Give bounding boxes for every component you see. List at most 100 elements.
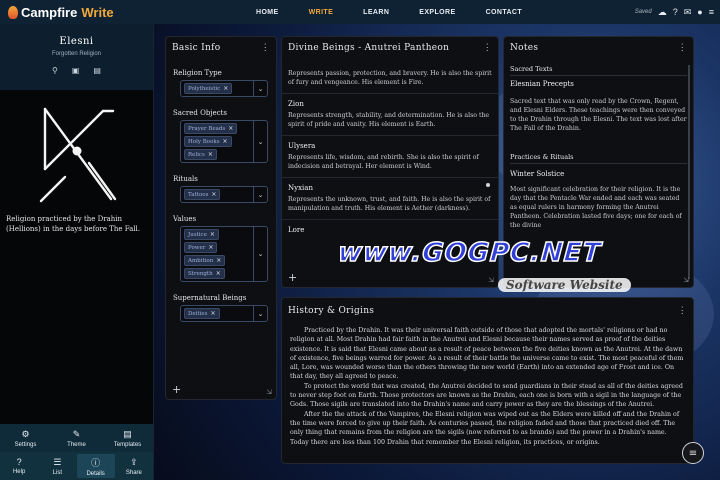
remove-chip-icon[interactable]: × — [216, 257, 221, 264]
tab-help[interactable]: ? Help — [0, 457, 38, 475]
top-bar: Campfire Write HOME WRITE LEARN EXPLORE C… — [0, 0, 720, 24]
chip[interactable]: Justice × — [184, 229, 219, 240]
tab-details[interactable]: ⓘ Details — [76, 454, 115, 478]
more-options-icon[interactable]: ⋮ — [678, 306, 687, 316]
chip-label: Deities — [188, 310, 208, 317]
brush-icon: ✎ — [72, 428, 81, 439]
rituals-select[interactable]: Tattoos × ⌄ — [180, 186, 268, 203]
share-icon: ⇪ — [130, 456, 138, 467]
chevron-down-icon[interactable]: ⌄ — [253, 121, 267, 162]
basic-info-header: Basic Info ⋮ — [166, 37, 276, 59]
notes-section-heading: Practices & Rituals — [510, 153, 687, 164]
sidebar-tools: ⚲ ▣ ▤ — [0, 66, 153, 75]
divine-entry-text: Represents passion, protection, and brav… — [282, 59, 498, 94]
flame-icon — [8, 5, 18, 19]
tab-templates[interactable]: ▤ Templates — [109, 429, 147, 448]
chevron-down-icon[interactable]: ⌄ — [253, 187, 267, 202]
basic-info-title: Basic Info — [172, 43, 221, 53]
divine-entry-name: Nyxian — [288, 184, 313, 192]
tab-templates-label: Templates — [113, 441, 142, 448]
tab-settings[interactable]: ⚙ Settings — [7, 429, 45, 448]
app-name: Campfire — [21, 4, 78, 20]
help-icon[interactable]: ? — [673, 7, 678, 17]
chip[interactable]: Tattoos × — [184, 189, 221, 200]
history-title: History & Origins — [288, 306, 375, 316]
tab-theme[interactable]: ✎ Theme — [58, 429, 96, 448]
remove-chip-icon[interactable]: × — [223, 138, 228, 145]
history-panel: History & Origins ⋮ Practiced by the Drah… — [281, 297, 694, 464]
nav-write[interactable]: WRITE — [309, 9, 334, 16]
notes-subheading: Winter Solstice — [510, 170, 565, 178]
remove-chip-icon[interactable]: × — [223, 85, 228, 92]
divine-entry-text: Represents the unknown, trust, and faith… — [282, 195, 498, 220]
tab-details-label: Details — [86, 470, 105, 477]
chip[interactable]: Power × — [184, 242, 218, 253]
document-title[interactable]: Elesni — [0, 36, 153, 47]
cloud-icon[interactable]: ☁ — [658, 7, 667, 18]
top-right-tools: Saved ☁ ? ✉ ● ≡ — [635, 0, 714, 24]
history-paragraph: Practiced by the Drahin. It was their un… — [290, 327, 684, 381]
app-logo[interactable]: Campfire Write — [8, 5, 168, 20]
chip[interactable]: Ambition × — [184, 255, 226, 266]
chip[interactable]: Polytheistic × — [184, 83, 233, 94]
notes-section-heading: Sacred Texts — [510, 65, 687, 76]
nav-learn[interactable]: LEARN — [363, 9, 389, 16]
document-icon[interactable]: ▤ — [93, 66, 101, 75]
divine-entry-text: Represents life, wisdom, and rebirth. Sh… — [282, 153, 498, 178]
divine-beings-header: Divine Beings - Anutrei Pantheon ⋮ — [282, 37, 498, 59]
chip[interactable]: Prayer Beads × — [184, 123, 238, 134]
chevron-down-icon[interactable]: ⌄ — [253, 306, 267, 321]
values-select[interactable]: Justice × Power × Ambition × Strength × ⌄ — [180, 226, 268, 282]
religion-type-select[interactable]: Polytheistic × ⌄ — [180, 80, 268, 97]
nav-explore[interactable]: EXPLORE — [419, 9, 455, 16]
menu-icon[interactable]: ≡ — [709, 7, 714, 17]
folder-add-icon[interactable]: ▣ — [72, 66, 80, 75]
chip[interactable]: Strength × — [184, 268, 225, 279]
notes-header: Notes ⋮ — [504, 37, 693, 59]
chevron-down-icon[interactable]: ⌄ — [253, 227, 267, 281]
remove-chip-icon[interactable]: × — [210, 310, 215, 317]
chip-label: Power — [188, 244, 206, 251]
add-field-icon[interactable]: + — [172, 383, 181, 396]
more-options-icon[interactable]: ⋮ — [483, 43, 492, 53]
add-entry-icon[interactable]: + — [288, 271, 297, 284]
remove-chip-icon[interactable]: × — [216, 270, 221, 277]
chip[interactable]: Relics × — [184, 149, 217, 160]
resize-handle-icon[interactable]: ⇲ — [266, 388, 272, 396]
sacred-objects-select[interactable]: Prayer Beads × Holy Books × Relics × ⌄ — [180, 120, 268, 163]
notes-text: Sacred text that was only read by the Cr… — [510, 98, 687, 132]
chip-label: Relics — [188, 151, 205, 158]
tab-help-label: Help — [12, 469, 26, 475]
remove-chip-icon[interactable]: × — [228, 125, 233, 132]
supernatural-beings-select[interactable]: Deities × ⌄ — [180, 305, 268, 322]
remove-chip-icon[interactable]: × — [208, 244, 213, 251]
nav-contact[interactable]: CONTACT — [486, 9, 523, 16]
more-options-icon[interactable]: ⋮ — [678, 43, 687, 53]
chip[interactable]: Holy Books × — [184, 136, 232, 147]
history-text[interactable]: Practiced by the Drahin. It was their un… — [282, 324, 693, 447]
menu-fab[interactable]: ≡ — [682, 442, 704, 464]
more-options-icon[interactable]: ⋮ — [261, 43, 270, 53]
chevron-down-icon[interactable]: ⌄ — [253, 81, 267, 96]
tab-share[interactable]: ⇪ Share — [115, 457, 153, 476]
user-icon[interactable]: ● — [697, 7, 702, 17]
remove-chip-icon[interactable]: × — [210, 231, 215, 238]
pin-icon[interactable]: ⚲ — [52, 66, 58, 75]
notes-scrollbar[interactable] — [688, 65, 690, 279]
chip[interactable]: Deities × — [184, 308, 220, 319]
resize-handle-icon[interactable]: ⇲ — [683, 276, 689, 284]
help-icon: ? — [16, 457, 22, 467]
remove-chip-icon[interactable]: × — [208, 151, 213, 158]
scroll-indicator[interactable] — [486, 183, 490, 187]
nav-home[interactable]: HOME — [256, 9, 279, 16]
tab-theme-label: Theme — [67, 441, 86, 448]
tab-list[interactable]: ☰ List — [38, 457, 76, 476]
sidebar-tab-row-top: ⚙ Settings ✎ Theme ▤ Templates — [0, 424, 153, 452]
remove-chip-icon[interactable]: × — [211, 191, 216, 198]
mail-icon[interactable]: ✉ — [684, 7, 692, 18]
clipboard-icon: ▤ — [123, 428, 132, 439]
notes-title: Notes — [510, 43, 539, 53]
watermark: www.GOGPC.NET Software Website — [336, 237, 638, 302]
field-label-values: Values — [173, 215, 197, 223]
tab-list-label: List — [52, 469, 63, 476]
